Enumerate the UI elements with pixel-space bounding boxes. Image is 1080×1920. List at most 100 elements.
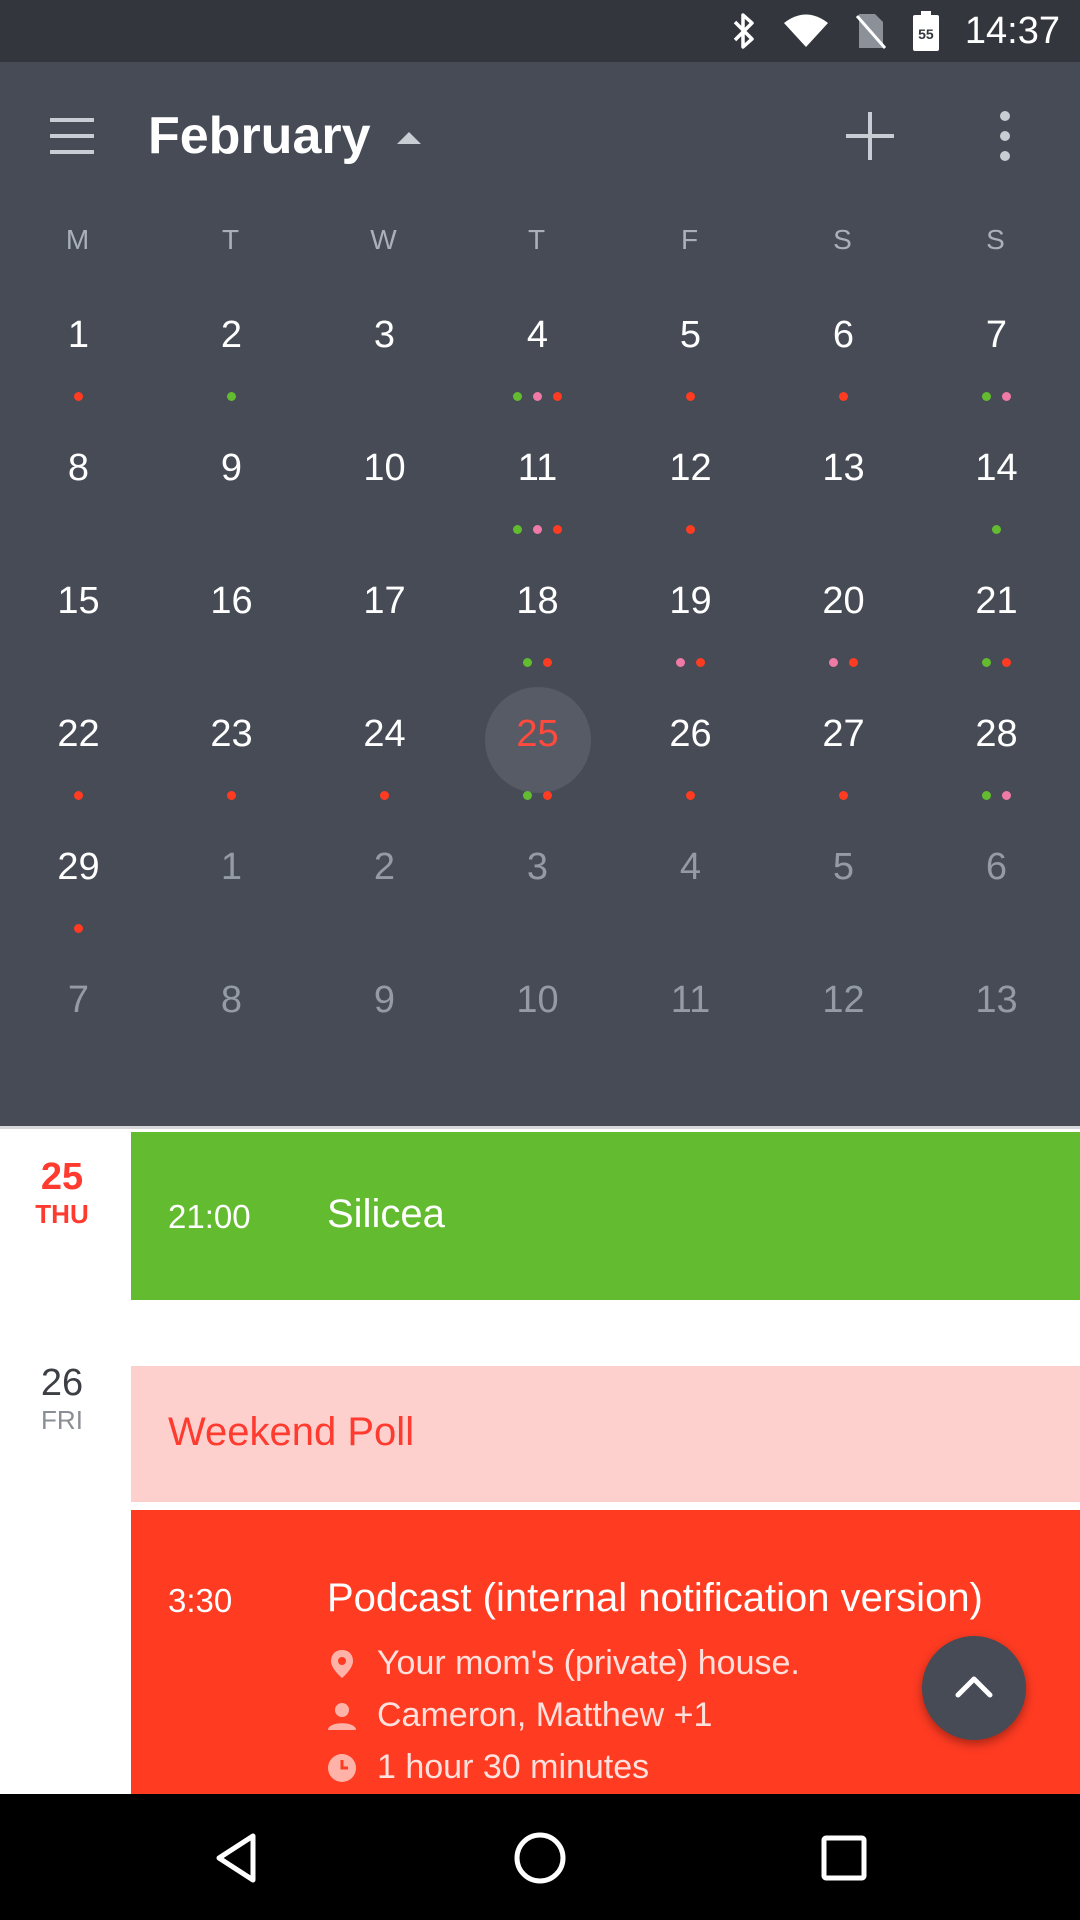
calendar-day[interactable]: 28 (920, 683, 1073, 816)
event-dot-green (523, 791, 532, 800)
day-number: 4 (526, 314, 549, 356)
weekday-label: W (370, 224, 397, 255)
calendar-day[interactable]: 26 (614, 683, 767, 816)
month-selector[interactable]: February (148, 106, 421, 166)
day-number: 7 (985, 314, 1008, 356)
calendar-day[interactable]: 23 (155, 683, 308, 816)
event-dot-green (982, 392, 991, 401)
agenda-day-number: 26 (40, 1362, 84, 1404)
calendar-day[interactable]: 16 (155, 550, 308, 683)
calendar-day[interactable]: 9 (308, 949, 461, 1082)
calendar-day[interactable]: 6 (767, 284, 920, 417)
calendar-day[interactable]: 24 (308, 683, 461, 816)
day-number: 13 (822, 447, 865, 489)
calendar-day[interactable]: 19 (614, 550, 767, 683)
calendar-day[interactable]: 3 (308, 284, 461, 417)
recents-icon[interactable] (804, 1818, 884, 1898)
event-dot-red (74, 791, 83, 800)
calendar-day[interactable]: 10 (308, 417, 461, 550)
day-number: 28 (975, 713, 1018, 755)
calendar-day[interactable]: 1 (155, 816, 308, 949)
day-number: 21 (975, 580, 1018, 622)
calendar-day[interactable]: 18 (461, 550, 614, 683)
event-indicators (767, 392, 920, 401)
calendar-day[interactable]: 9 (155, 417, 308, 550)
calendar-day[interactable]: 6 (920, 816, 1073, 949)
calendar-day[interactable]: 10 (461, 949, 614, 1082)
event-dot-green (513, 525, 522, 534)
person-icon (327, 1701, 357, 1731)
event-dot-pink (829, 658, 838, 667)
day-number: 7 (67, 979, 90, 1021)
event-duration: 1 hour 30 minutes (327, 1748, 649, 1787)
calendar-day-today[interactable]: 25 (461, 683, 614, 816)
calendar-day[interactable]: 5 (767, 816, 920, 949)
calendar-day[interactable]: 17 (308, 550, 461, 683)
calendar-day[interactable]: 11 (461, 417, 614, 550)
calendar-day[interactable]: 14 (920, 417, 1073, 550)
event-dot-red (849, 658, 858, 667)
day-number: 26 (669, 713, 712, 755)
event-card[interactable]: 21:00 Silicea (131, 1132, 1080, 1300)
day-number: 2 (373, 846, 396, 888)
calendar-day[interactable]: 2 (308, 816, 461, 949)
calendar-day[interactable]: 12 (767, 949, 920, 1082)
event-indicators (155, 392, 308, 401)
battery-level: 55 (918, 26, 934, 42)
event-dot-red (543, 791, 552, 800)
calendar-day[interactable]: 5 (614, 284, 767, 417)
event-title: Silicea (327, 1192, 445, 1236)
calendar-day[interactable]: 15 (2, 550, 155, 683)
dropdown-caret-icon (396, 132, 421, 144)
back-icon[interactable] (196, 1818, 276, 1898)
calendar-day[interactable]: 21 (920, 550, 1073, 683)
calendar-day[interactable]: 4 (461, 284, 614, 417)
event-indicators (614, 791, 767, 800)
event-time: 3:30 (168, 1582, 233, 1619)
calendar-day[interactable]: 2 (155, 284, 308, 417)
calendar-day[interactable]: 13 (767, 417, 920, 550)
event-card[interactable]: Weekend Poll (131, 1366, 1080, 1502)
event-dot-red (686, 791, 695, 800)
event-dot-red (553, 525, 562, 534)
day-number: 18 (516, 580, 559, 622)
agenda-date: 26 FRI (22, 1362, 102, 1436)
calendar-day[interactable]: 8 (2, 417, 155, 550)
scroll-up-button[interactable] (922, 1636, 1026, 1740)
calendar-day[interactable]: 1 (2, 284, 155, 417)
agenda-list: 25 THU 21:00 Silicea 26 FRI Weekend Poll… (0, 1126, 1080, 1794)
weekday-header: M T W T F S S (0, 224, 1080, 274)
calendar-day[interactable]: 22 (2, 683, 155, 816)
day-number: 20 (822, 580, 865, 622)
calendar-day[interactable]: 3 (461, 816, 614, 949)
add-icon[interactable] (842, 108, 898, 164)
calendar-day[interactable]: 13 (920, 949, 1073, 1082)
more-vert-icon[interactable] (990, 108, 1020, 164)
calendar-day[interactable]: 29 (2, 816, 155, 949)
status-time: 14:37 (964, 9, 1060, 52)
event-dot-pink (533, 525, 542, 534)
calendar-day[interactable]: 8 (155, 949, 308, 1082)
event-indicators (767, 791, 920, 800)
day-number: 12 (669, 447, 712, 489)
calendar-day[interactable]: 27 (767, 683, 920, 816)
calendar-day[interactable]: 4 (614, 816, 767, 949)
event-indicators (2, 924, 155, 933)
day-number: 5 (679, 314, 702, 356)
calendar-day[interactable]: 20 (767, 550, 920, 683)
day-number: 11 (670, 979, 711, 1021)
event-dot-red (74, 924, 83, 933)
calendar-day[interactable]: 7 (920, 284, 1073, 417)
calendar-day[interactable]: 12 (614, 417, 767, 550)
event-dot-red (696, 658, 705, 667)
battery-icon: 55 (912, 11, 939, 51)
event-indicators (920, 392, 1073, 401)
calendar-day[interactable]: 7 (2, 949, 155, 1082)
event-dot-red (839, 791, 848, 800)
menu-icon[interactable] (44, 112, 100, 160)
weekday-label: M (65, 224, 90, 255)
calendar-day[interactable]: 11 (614, 949, 767, 1082)
day-number: 9 (220, 447, 243, 489)
day-number: 1 (220, 846, 243, 888)
home-icon[interactable] (500, 1818, 580, 1898)
